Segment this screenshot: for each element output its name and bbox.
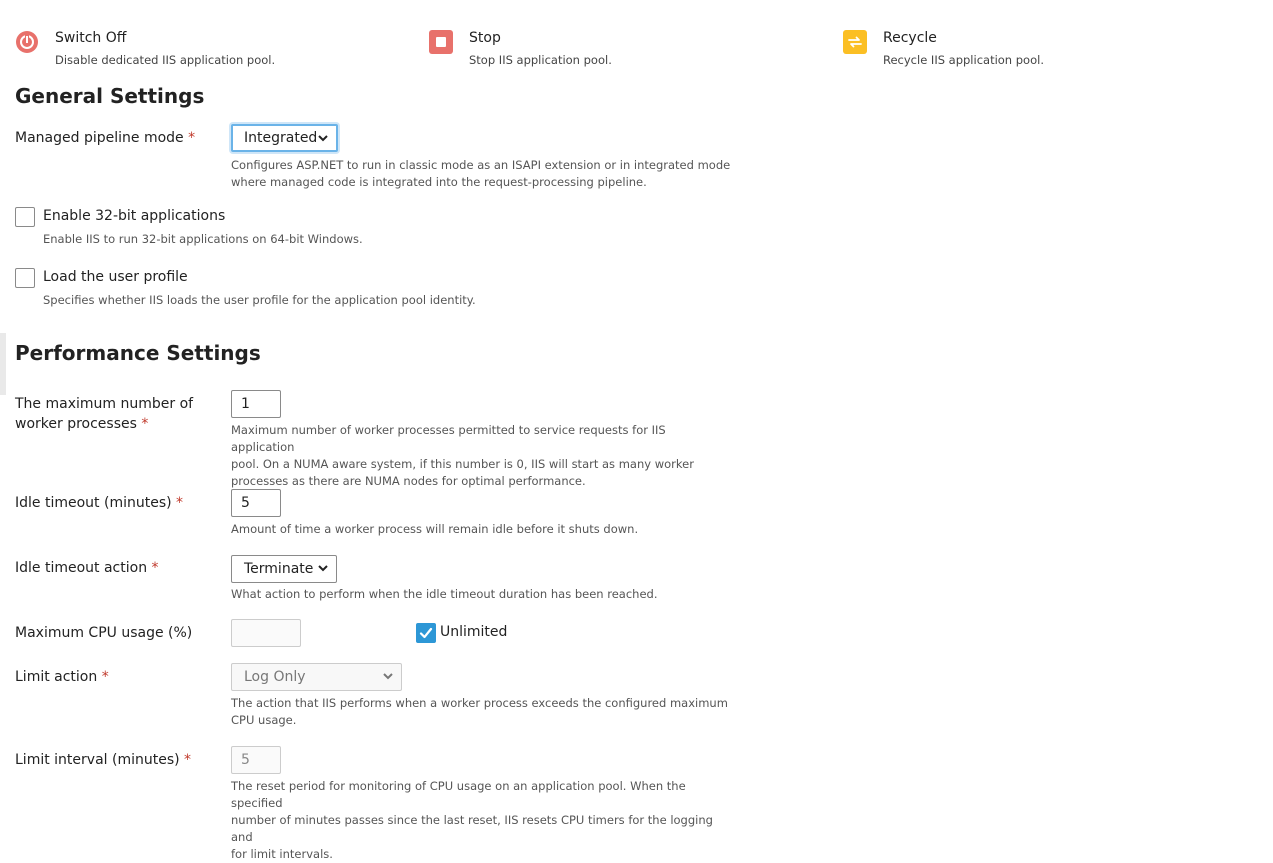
limit-action-label: Limit action * bbox=[15, 667, 215, 687]
switch-off-action[interactable]: Switch Off Disable dedicated IIS applica… bbox=[15, 28, 415, 72]
max-worker-processes-hint-line: Maximum number of worker processes permi… bbox=[231, 423, 666, 454]
max-cpu-usage-label: Maximum CPU usage (%) bbox=[15, 625, 193, 641]
pipeline-mode-hint-line: where managed code is integrated into th… bbox=[231, 175, 647, 189]
recycle-action[interactable]: Recycle Recycle IIS application pool. bbox=[843, 28, 1243, 72]
idle-timeout-action-select[interactable]: Terminate bbox=[231, 555, 337, 583]
unlimited-label[interactable]: Unlimited bbox=[440, 624, 507, 640]
limit-interval-hint-line: for limit intervals. bbox=[231, 847, 333, 861]
stop-desc: Stop IIS application pool. bbox=[469, 53, 612, 67]
limit-action-hint: The action that IIS performs when a work… bbox=[231, 695, 731, 729]
idle-timeout-label: Idle timeout (minutes) * bbox=[15, 493, 215, 513]
stop-icon bbox=[429, 30, 453, 54]
switch-off-title: Switch Off bbox=[55, 30, 127, 46]
load-user-profile-checkbox[interactable] bbox=[15, 268, 35, 288]
limit-action-value: Log Only bbox=[244, 669, 306, 685]
limit-action-label-text: Limit action bbox=[15, 669, 98, 685]
stop-title: Stop bbox=[469, 30, 501, 46]
limit-interval-label-text: Limit interval (minutes) bbox=[15, 752, 180, 768]
max-worker-processes-input[interactable]: 1 bbox=[231, 390, 281, 418]
max-worker-processes-label-line: The maximum number of bbox=[15, 396, 194, 412]
idle-timeout-action-hint: What action to perform when the idle tim… bbox=[231, 587, 658, 601]
power-icon bbox=[15, 30, 39, 54]
recycle-icon bbox=[843, 30, 867, 54]
idle-timeout-action-label-text: Idle timeout action bbox=[15, 560, 148, 576]
chevron-down-icon bbox=[383, 673, 393, 680]
limit-action-hint-line: The action that IIS performs when a work… bbox=[231, 696, 728, 710]
limit-interval-hint-line: number of minutes passes since the last … bbox=[231, 813, 713, 844]
max-worker-processes-hint-line: pool. On a NUMA aware system, if this nu… bbox=[231, 457, 694, 471]
limit-interval-hint: The reset period for monitoring of CPU u… bbox=[231, 778, 731, 863]
required-marker: * bbox=[141, 416, 149, 432]
pipeline-mode-value: Integrated bbox=[244, 130, 318, 146]
limit-action-select[interactable]: Log Only bbox=[231, 663, 402, 691]
required-marker: * bbox=[188, 130, 196, 146]
enable-32bit-label[interactable]: Enable 32-bit applications bbox=[43, 208, 225, 224]
limit-action-hint-line: CPU usage. bbox=[231, 713, 297, 727]
chevron-down-icon bbox=[318, 135, 328, 142]
idle-timeout-action-label: Idle timeout action * bbox=[15, 558, 215, 578]
idle-timeout-label-text: Idle timeout (minutes) bbox=[15, 495, 172, 511]
load-user-profile-hint: Specifies whether IIS loads the user pro… bbox=[43, 293, 476, 307]
pipeline-mode-hint-line: Configures ASP.NET to run in classic mod… bbox=[231, 158, 731, 172]
idle-timeout-hint: Amount of time a worker process will rem… bbox=[231, 522, 639, 536]
limit-interval-label: Limit interval (minutes) * bbox=[15, 750, 215, 770]
idle-timeout-action-value: Terminate bbox=[244, 561, 314, 577]
recycle-title: Recycle bbox=[883, 30, 937, 46]
idle-timeout-input[interactable]: 5 bbox=[231, 489, 281, 517]
max-worker-processes-label-line: worker processes bbox=[15, 416, 137, 432]
performance-settings-heading: Performance Settings bbox=[15, 341, 261, 365]
max-worker-processes-label: The maximum number of worker processes * bbox=[15, 394, 215, 434]
max-worker-processes-hint: Maximum number of worker processes permi… bbox=[231, 422, 731, 490]
pipeline-mode-label-text: Managed pipeline mode bbox=[15, 130, 184, 146]
required-marker: * bbox=[101, 669, 109, 685]
stop-action[interactable]: Stop Stop IIS application pool. bbox=[429, 28, 829, 72]
pipeline-mode-hint: Configures ASP.NET to run in classic mod… bbox=[231, 157, 731, 191]
required-marker: * bbox=[176, 495, 184, 511]
limit-interval-input[interactable]: 5 bbox=[231, 746, 281, 774]
recycle-desc: Recycle IIS application pool. bbox=[883, 53, 1044, 67]
pipeline-mode-label: Managed pipeline mode * bbox=[15, 128, 215, 148]
unlimited-checkbox[interactable] bbox=[416, 623, 436, 643]
chevron-down-icon bbox=[318, 565, 328, 572]
enable-32bit-hint: Enable IIS to run 32-bit applications on… bbox=[43, 232, 363, 246]
load-user-profile-label[interactable]: Load the user profile bbox=[43, 269, 188, 285]
switch-off-desc: Disable dedicated IIS application pool. bbox=[55, 53, 276, 67]
enable-32bit-checkbox[interactable] bbox=[15, 207, 35, 227]
checkmark-icon bbox=[419, 627, 433, 639]
required-marker: * bbox=[184, 752, 192, 768]
max-cpu-usage-input[interactable] bbox=[231, 619, 301, 647]
pipeline-mode-select[interactable]: Integrated bbox=[231, 124, 338, 152]
limit-interval-hint-line: The reset period for monitoring of CPU u… bbox=[231, 779, 686, 810]
required-marker: * bbox=[151, 560, 159, 576]
general-settings-heading: General Settings bbox=[15, 84, 205, 108]
left-edge-tab bbox=[0, 333, 6, 395]
max-worker-processes-hint-line: processes as there are NUMA nodes for op… bbox=[231, 474, 586, 488]
